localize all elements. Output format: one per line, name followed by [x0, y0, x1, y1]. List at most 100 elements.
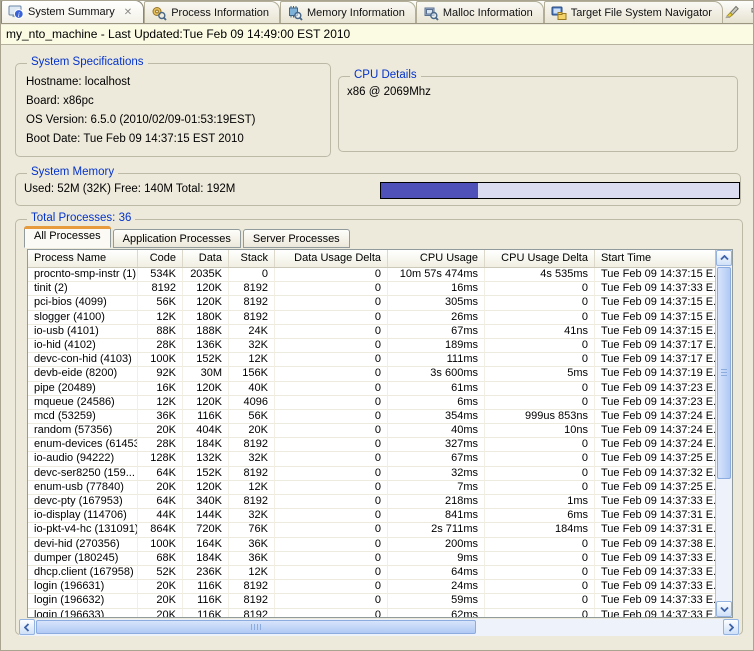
- cell-process-name: login (196631): [28, 580, 138, 594]
- cell-process-name: devb-eide (8200): [28, 367, 138, 381]
- table-row[interactable]: io-display (114706)44K144K32K0841ms6msTu…: [28, 509, 715, 523]
- cell-cpu-usage: 40ms: [388, 424, 485, 438]
- cell-data-usage-delta: 0: [275, 325, 388, 339]
- tab-memory-information[interactable]: Memory Information: [280, 1, 416, 23]
- column-header-code[interactable]: Code: [138, 250, 183, 267]
- table-row[interactable]: procnto-smp-instr (1)534K2035K0010m 57s …: [28, 268, 715, 282]
- tab-process-information[interactable]: Process Information: [144, 1, 280, 23]
- table-row[interactable]: dumper (180245)68K184K36K09ms0Tue Feb 09…: [28, 552, 715, 566]
- cell-stack: 56K: [229, 410, 275, 424]
- tab-label: Process Information: [171, 7, 269, 19]
- table-row[interactable]: pipe (20489)16K120K40K061ms0Tue Feb 09 1…: [28, 382, 715, 396]
- cell-start-time: Tue Feb 09 14:37:19 E.: [595, 367, 715, 381]
- table-row[interactable]: enum-devices (61453)28K184K81920327ms0Tu…: [28, 438, 715, 452]
- table-row[interactable]: devc-con-hid (4103)100K152K12K0111ms0Tue…: [28, 353, 715, 367]
- table-header-row: Process NameCodeDataStackData Usage Delt…: [28, 250, 732, 268]
- column-header-data[interactable]: Data: [183, 250, 229, 267]
- cell-stack: 4096: [229, 396, 275, 410]
- vertical-scrollbar[interactable]: [715, 250, 732, 617]
- cell-data-usage-delta: 0: [275, 580, 388, 594]
- column-header-cpu-usage[interactable]: CPU Usage: [388, 250, 485, 267]
- cell-start-time: Tue Feb 09 14:37:33 E.: [595, 609, 715, 618]
- column-header-stack[interactable]: Stack: [229, 250, 275, 267]
- cell-cpu-usage: 111ms: [388, 353, 485, 367]
- table-row[interactable]: login (196633)20K116K8192062ms0Tue Feb 0…: [28, 609, 715, 618]
- table-row[interactable]: devc-ser8250 (159...64K152K8192032ms0Tue…: [28, 467, 715, 481]
- cell-data: 136K: [183, 339, 229, 353]
- cell-start-time: Tue Feb 09 14:37:15 E.: [595, 311, 715, 325]
- table-row[interactable]: io-usb (4101)88K188K24K067ms41nsTue Feb …: [28, 325, 715, 339]
- tab-application-processes[interactable]: Application Processes: [113, 229, 241, 248]
- table-row[interactable]: io-audio (94222)128K132K32K067ms0Tue Feb…: [28, 452, 715, 466]
- cell-data-usage-delta: 0: [275, 282, 388, 296]
- scroll-down-icon[interactable]: [716, 601, 732, 617]
- cell-cpu-usage-delta: 6ms: [485, 509, 595, 523]
- cell-cpu-usage-delta: 0: [485, 580, 595, 594]
- process-information-icon: [151, 5, 167, 21]
- table-row[interactable]: mqueue (24586)12K120K409606ms0Tue Feb 09…: [28, 396, 715, 410]
- cell-code: 8192: [138, 282, 183, 296]
- cell-cpu-usage-delta: 0: [485, 452, 595, 466]
- cell-code: 100K: [138, 538, 183, 552]
- tab-all-processes[interactable]: All Processes: [24, 226, 111, 248]
- table-row[interactable]: devb-eide (8200)92K30M156K03s 600ms5msTu…: [28, 367, 715, 381]
- cell-process-name: io-display (114706): [28, 509, 138, 523]
- column-header-process-name[interactable]: Process Name: [28, 250, 138, 267]
- target-file-system-icon: [551, 5, 567, 21]
- cell-code: 20K: [138, 580, 183, 594]
- vertical-scroll-thumb[interactable]: [717, 267, 731, 479]
- cell-cpu-usage-delta: 184ms: [485, 523, 595, 537]
- column-header-data-usage-delta[interactable]: Data Usage Delta: [275, 250, 388, 267]
- tab-target-file-system-navigator[interactable]: Target File System Navigator: [544, 1, 723, 23]
- table-row[interactable]: io-hid (4102)28K136K32K0189ms0Tue Feb 09…: [28, 339, 715, 353]
- table-row[interactable]: devi-hid (270356)100K164K36K0200ms0Tue F…: [28, 538, 715, 552]
- cell-start-time: Tue Feb 09 14:37:23 E.: [595, 382, 715, 396]
- table-row[interactable]: io-pkt-v4-hc (131091)864K720K76K02s 711m…: [28, 523, 715, 537]
- table-row[interactable]: login (196632)20K116K8192059ms0Tue Feb 0…: [28, 594, 715, 608]
- tab-malloc-information[interactable]: Malloc Information: [416, 1, 544, 23]
- column-header-start-time[interactable]: Start Time: [595, 250, 717, 267]
- close-icon[interactable]: ✕: [123, 7, 133, 18]
- minimize-icon[interactable]: [748, 3, 754, 19]
- scroll-right-icon[interactable]: [723, 619, 739, 635]
- cell-process-name: devi-hid (270356): [28, 538, 138, 552]
- cell-data-usage-delta: 0: [275, 452, 388, 466]
- cell-process-name: mcd (53259): [28, 410, 138, 424]
- process-table: Process NameCodeDataStackData Usage Delt…: [27, 249, 733, 618]
- cell-stack: 20K: [229, 424, 275, 438]
- tab-server-processes[interactable]: Server Processes: [243, 229, 350, 248]
- table-row[interactable]: login (196631)20K116K8192024ms0Tue Feb 0…: [28, 580, 715, 594]
- cell-cpu-usage-delta: 0: [485, 396, 595, 410]
- cell-start-time: Tue Feb 09 14:37:17 E.: [595, 339, 715, 353]
- cell-stack: 8192: [229, 580, 275, 594]
- table-row[interactable]: enum-usb (77840)20K120K12K07ms0Tue Feb 0…: [28, 481, 715, 495]
- tab-label: Memory Information: [307, 7, 405, 19]
- tab-system-summary[interactable]: i System Summary ✕: [1, 0, 144, 23]
- table-row[interactable]: random (57356)20K404K20K040ms10nsTue Feb…: [28, 424, 715, 438]
- table-row[interactable]: pci-bios (4099)56K120K81920305ms0Tue Feb…: [28, 296, 715, 310]
- cell-data-usage-delta: 0: [275, 339, 388, 353]
- cell-stack: 8192: [229, 495, 275, 509]
- horizontal-scroll-thumb[interactable]: [36, 620, 476, 634]
- table-row[interactable]: tinit (2)8192120K8192016ms0Tue Feb 09 14…: [28, 282, 715, 296]
- table-row[interactable]: devc-pty (167953)64K340K81920218ms1msTue…: [28, 495, 715, 509]
- cell-cpu-usage: 6ms: [388, 396, 485, 410]
- cell-code: 36K: [138, 410, 183, 424]
- scroll-up-icon[interactable]: [716, 250, 732, 266]
- view-tab-bar: i System Summary ✕ Process Information: [1, 1, 753, 24]
- cell-start-time: Tue Feb 09 14:37:33 E.: [595, 580, 715, 594]
- cell-code: 20K: [138, 424, 183, 438]
- horizontal-scrollbar[interactable]: [19, 619, 739, 636]
- table-row[interactable]: mcd (53259)36K116K56K0354ms999us 853nsTu…: [28, 410, 715, 424]
- cell-code: 534K: [138, 268, 183, 282]
- table-row[interactable]: slogger (4100)12K180K8192026ms0Tue Feb 0…: [28, 311, 715, 325]
- column-header-cpu-usage-delta[interactable]: CPU Usage Delta: [485, 250, 595, 267]
- system-specifications-group: System Specifications Hostname: localhos…: [15, 63, 331, 157]
- highlighter-icon[interactable]: [723, 3, 741, 19]
- memory-information-icon: [287, 5, 303, 21]
- cell-data-usage-delta: 0: [275, 382, 388, 396]
- cell-cpu-usage: 2s 711ms: [388, 523, 485, 537]
- table-row[interactable]: dhcp.client (167958)52K236K12K064ms0Tue …: [28, 566, 715, 580]
- cell-data: 236K: [183, 566, 229, 580]
- scroll-left-icon[interactable]: [19, 619, 35, 635]
